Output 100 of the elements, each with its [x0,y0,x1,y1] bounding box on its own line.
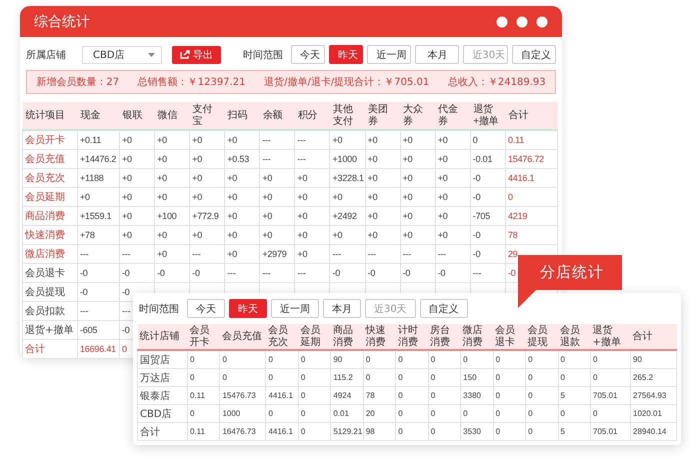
table-cell: 0 [460,404,494,422]
column-header: 快速消费 [363,324,396,350]
column-header: 商品消费 [330,324,364,350]
table-cell: +0 [120,168,155,188]
table-cell: -0.01 [470,150,506,168]
table-cell: 3530 [460,422,494,440]
time-range-button[interactable]: 本月 [323,299,361,318]
table-cell: +0 [154,188,190,206]
table-cell: 0 [298,422,331,440]
row-label: 会员充次 [22,168,78,188]
table-cell: +0 [294,226,330,244]
summary-stat: 总收入：￥24189.93 [448,76,546,89]
table-cell: +0 [435,206,470,226]
table-cell: 0 [428,386,461,404]
table-cell: 5 [558,386,590,404]
table-cell: 0 [363,368,396,386]
store-select[interactable]: CBD店 [82,46,162,64]
table-cell: 0 [363,350,396,368]
table-cell: 0 [493,350,526,368]
time-range-button[interactable]: 昨天 [229,299,267,318]
column-header: 合计 [506,102,558,130]
table-cell: 0 [428,404,461,422]
table-cell: +0 [400,188,436,206]
table-cell: --- [435,244,470,264]
time-range-button[interactable]: 近一周 [367,45,412,64]
time-range-button[interactable]: 昨天 [329,45,364,64]
table-cell: 0 [220,368,266,386]
column-header: 会员退卡 [493,324,526,350]
table-cell: 78 [506,226,558,244]
table-cell: --- [260,264,295,282]
table-cell: 20 [363,404,396,422]
table-cell: 27564.93 [630,386,676,404]
table-cell: 78 [363,386,396,404]
table-cell: -0 [435,264,470,282]
window-dots-icon[interactable] [496,16,548,28]
time-range-button[interactable]: 今天 [290,45,326,64]
table-cell: +0 [190,130,225,150]
row-label: 微店消费 [22,244,78,264]
table-cell: 15476.72 [506,150,558,168]
table-cell: -0 [470,244,506,264]
table-cell: +0 [294,168,330,188]
row-label: 商品消费 [22,206,78,226]
table-cell: --- [120,244,155,264]
table-cell: 1020.01 [630,404,676,422]
table-cell: +772.9 [190,206,225,226]
table-cell: 115.2 [330,368,364,386]
export-button[interactable]: 导出 [172,46,221,64]
table-cell: 0 [428,422,461,440]
table-cell: +0 [400,206,436,226]
table-cell: 5129.21 [330,422,364,440]
summary-stat: 新增会员数量：27 [36,76,120,89]
column-header: 扫码 [224,102,260,130]
time-range-button[interactable]: 今天 [187,299,225,318]
table-cell: +0 [365,226,400,244]
table-cell: 0.11 [506,130,558,150]
table-cell: 15476.73 [220,386,266,404]
table-cell: 银泰店 [138,386,188,404]
table-cell: 0 [266,350,298,368]
table-cell: 705.01 [590,386,630,404]
table-cell: 0 [526,350,558,368]
table-cell: 0 [428,350,461,368]
table-cell: +0 [400,150,436,168]
column-header: 余额 [260,102,295,130]
table-cell: 0 [526,404,558,422]
table-cell: CBD店 [138,404,188,422]
table-cell: +0 [224,244,260,264]
table-cell: +0 [224,188,260,206]
table-cell: +0 [365,188,400,206]
column-header: 其他支付 [330,102,366,130]
table-cell: -0 [78,264,120,282]
time-range-button[interactable]: 自定义 [512,45,556,64]
table-cell: -0 [78,282,120,302]
column-header: 退货+撤单 [590,324,630,350]
table-cell: 0 [298,350,331,368]
table-cell: 5 [558,422,590,440]
column-header: 统计项目 [22,102,78,130]
table-cell: +0 [190,150,225,168]
table-cell: 0 [558,350,590,368]
table-cell: +0 [154,226,190,244]
table-cell: +0 [435,168,470,188]
time-range-button[interactable]: 本月 [415,45,460,64]
table-cell: +0 [400,130,436,150]
table-cell: -0 [190,264,225,282]
table-cell: +0 [78,188,120,206]
column-header: 会员延期 [298,324,331,350]
caret-icon [148,52,155,56]
table-cell: +0 [330,226,366,244]
time-range-button[interactable]: 近一周 [271,299,319,318]
store-label: 所属店铺 [26,48,66,62]
table-cell: -0 [330,264,366,282]
table-cell: --- [78,244,120,264]
row-label: 会员延期 [22,188,78,206]
table-cell: +2979 [260,244,295,264]
column-header: 微店消费 [460,324,494,350]
table-cell: 0 [590,404,630,422]
table-cell: --- [365,244,400,264]
table-cell: +1188 [78,168,120,188]
time-range-button[interactable]: 自定义 [420,299,468,318]
table-cell: +0 [190,226,225,244]
table-cell: 0 [298,404,331,422]
